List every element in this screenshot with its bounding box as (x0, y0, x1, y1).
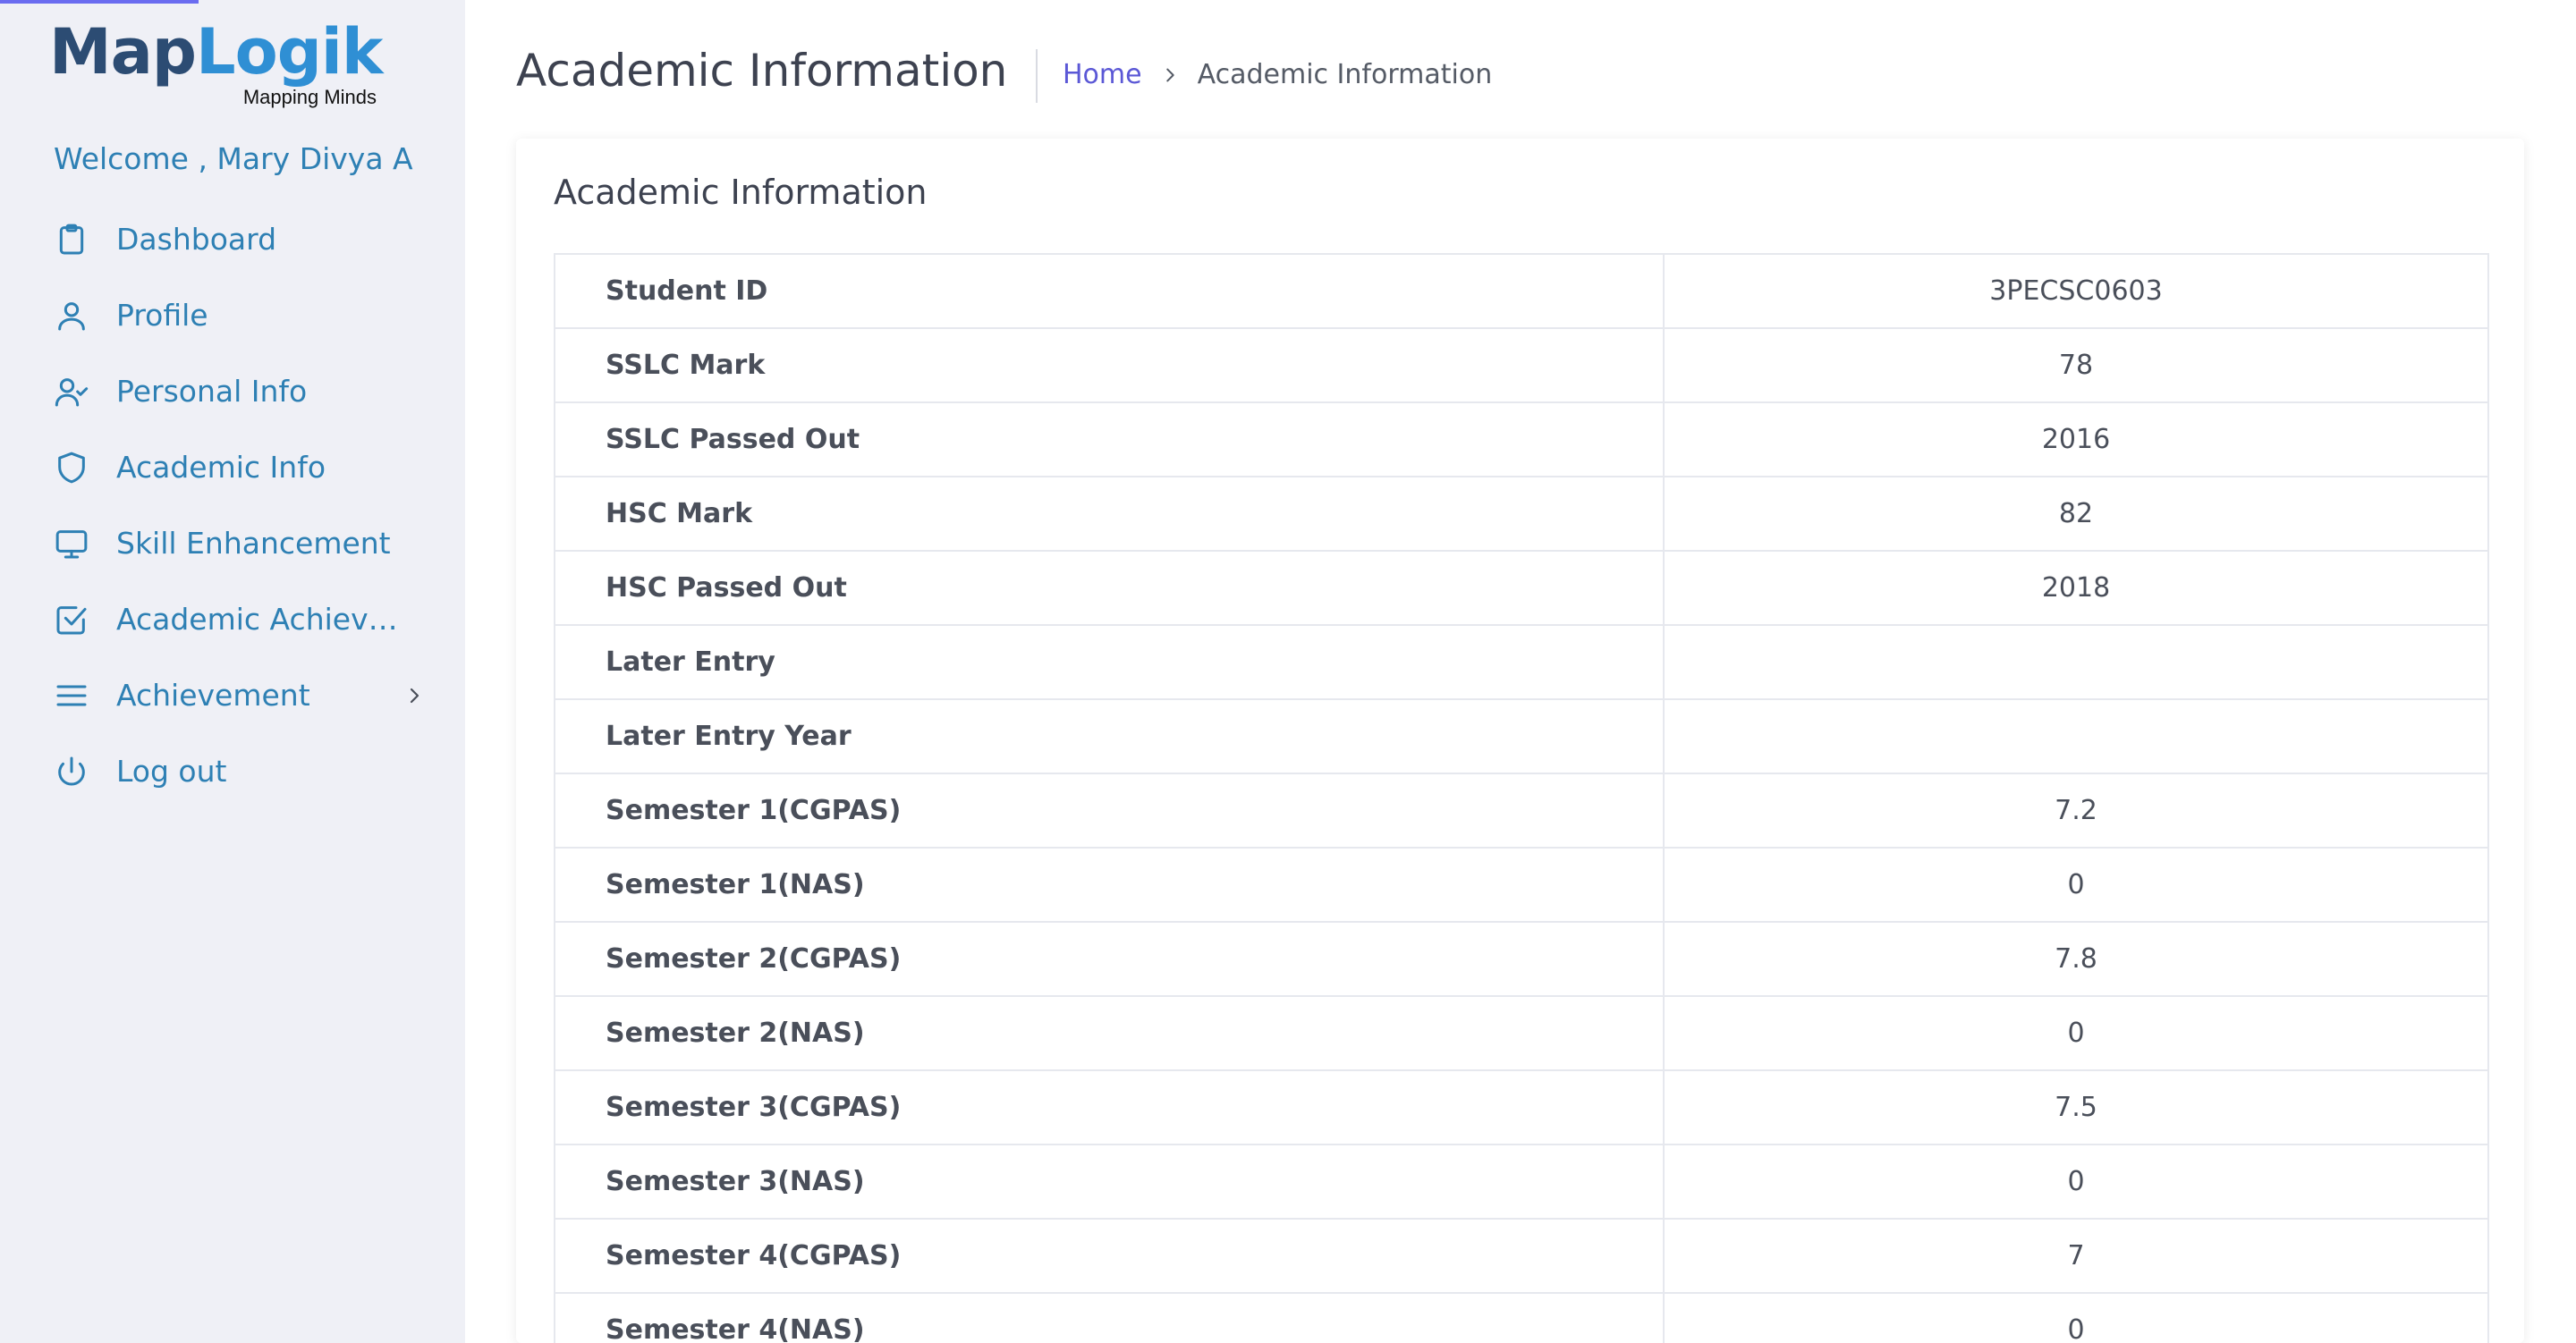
chevron-right-icon (1165, 68, 1174, 81)
sidebar-item-label: Profile (116, 298, 208, 333)
logo-wordmark-part2: Logik (196, 15, 383, 89)
table-row: SSLC Passed Out 2016 (554, 401, 2489, 477)
academic-info-table: Student ID 3PECSC0603 SSLC Mark 78 SSLC Pa… (554, 253, 2489, 1343)
table-row: SSLC Mark 78 (554, 327, 2489, 403)
menu-icon (54, 678, 89, 714)
power-icon (54, 754, 89, 790)
row-label: Semester 3(CGPAS) (554, 1069, 1665, 1145)
user-check-icon (54, 374, 89, 410)
header-divider (1036, 49, 1038, 103)
table-row: Semester 1(NAS) 0 (554, 847, 2489, 923)
row-label: Semester 1(NAS) (554, 847, 1665, 923)
row-value: 7.2 (1663, 773, 2489, 849)
breadcrumb: Home Academic Information (1063, 59, 1492, 90)
row-label: Semester 3(NAS) (554, 1144, 1665, 1220)
row-label: Semester 1(CGPAS) (554, 773, 1665, 849)
page-title: Academic Information (516, 45, 1008, 97)
breadcrumb-home-link[interactable]: Home (1063, 59, 1142, 90)
table-row: Later Entry Year (554, 698, 2489, 774)
table-row: Semester 2(NAS) 0 (554, 995, 2489, 1071)
row-value: 7.8 (1663, 921, 2489, 997)
table-row: Student ID 3PECSC0603 (554, 253, 2489, 329)
clipboard-icon (54, 222, 89, 258)
row-label: Student ID (554, 253, 1665, 329)
sidebar-item-skill-enhancement[interactable]: Skill Enhancement (0, 505, 465, 581)
table-row: HSC Mark 82 (554, 476, 2489, 552)
sidebar-item-academic-achievements[interactable]: Academic Achievements (0, 581, 465, 657)
table-row: Semester 4(CGPAS) 7 (554, 1218, 2489, 1294)
sidebar-item-dashboard[interactable]: Dashboard (0, 201, 465, 277)
logo-wordmark: MapLogik (49, 15, 383, 89)
monitor-icon (54, 526, 89, 562)
table-row: Semester 2(CGPAS) 7.8 (554, 921, 2489, 997)
row-value: 3PECSC0603 (1663, 253, 2489, 329)
maplogik-logo[interactable]: MapLogik Mapping Minds (49, 16, 389, 114)
table-row: Semester 1(CGPAS) 7.2 (554, 773, 2489, 849)
row-label: HSC Passed Out (554, 550, 1665, 626)
row-value: 0 (1663, 1144, 2489, 1220)
row-value: 7 (1663, 1218, 2489, 1294)
sidebar-item-label: Academic Achievements (116, 602, 411, 637)
sidebar-item-label: Personal Info (116, 374, 308, 409)
row-value (1663, 698, 2489, 774)
row-value: 7.5 (1663, 1069, 2489, 1145)
sidebar-item-label: Achievement (116, 678, 310, 713)
check-square-icon (54, 602, 89, 638)
row-label: HSC Mark (554, 476, 1665, 552)
row-value: 82 (1663, 476, 2489, 552)
breadcrumb-current: Academic Information (1197, 59, 1493, 90)
sidebar-item-profile[interactable]: Profile (0, 277, 465, 353)
sidebar-item-log-out[interactable]: Log out (0, 733, 465, 809)
sidebar-nav: Dashboard Profile Personal Info Academic… (0, 201, 465, 809)
row-value: 0 (1663, 847, 2489, 923)
row-value: 78 (1663, 327, 2489, 403)
row-label: Semester 4(NAS) (554, 1292, 1665, 1343)
table-row: Semester 4(NAS) 0 (554, 1292, 2489, 1343)
chevron-right-icon[interactable] (403, 685, 425, 706)
table-row: Semester 3(NAS) 0 (554, 1144, 2489, 1220)
user-icon (54, 298, 89, 334)
table-row: Semester 3(CGPAS) 7.5 (554, 1069, 2489, 1145)
row-value: 0 (1663, 995, 2489, 1071)
row-value: 2016 (1663, 401, 2489, 477)
sidebar-item-personal-info[interactable]: Personal Info (0, 353, 465, 429)
page-load-progress-bar (0, 0, 199, 4)
sidebar-item-label: Log out (116, 754, 227, 789)
row-label: Later Entry Year (554, 698, 1665, 774)
row-label: SSLC Mark (554, 327, 1665, 403)
row-value (1663, 624, 2489, 700)
table-row: Later Entry (554, 624, 2489, 700)
row-value: 2018 (1663, 550, 2489, 626)
row-label: Semester 2(CGPAS) (554, 921, 1665, 997)
row-label: Semester 2(NAS) (554, 995, 1665, 1071)
sidebar-item-label: Skill Enhancement (116, 526, 391, 561)
card-title: Academic Information (554, 173, 928, 212)
welcome-message: Welcome , Mary Divya A (54, 141, 413, 176)
row-label: SSLC Passed Out (554, 401, 1665, 477)
shield-icon (54, 450, 89, 486)
sidebar-item-academic-info[interactable]: Academic Info (0, 429, 465, 505)
logo-wordmark-part1: Map (49, 15, 197, 89)
sidebar-item-label: Academic Info (116, 450, 326, 485)
academic-info-card: Academic Information Student ID 3PECSC060… (516, 139, 2524, 1343)
row-value: 0 (1663, 1292, 2489, 1343)
sidebar-item-achievement[interactable]: Achievement (0, 657, 465, 733)
sidebar-item-label: Dashboard (116, 222, 277, 257)
sidebar: MapLogik Mapping Minds Welcome , Mary Di… (0, 0, 465, 1343)
row-label: Semester 4(CGPAS) (554, 1218, 1665, 1294)
table-row: HSC Passed Out 2018 (554, 550, 2489, 626)
row-label: Later Entry (554, 624, 1665, 700)
logo-tagline: Mapping Minds (242, 86, 377, 108)
